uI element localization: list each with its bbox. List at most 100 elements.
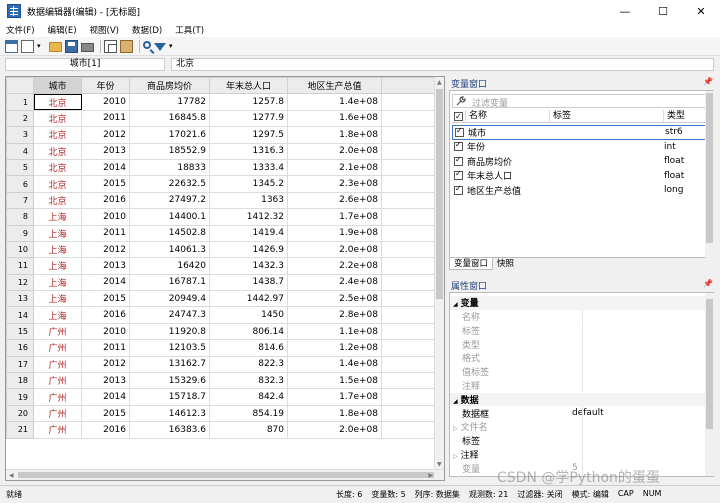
property-row[interactable]: 值标签 [450, 365, 712, 379]
row-number[interactable]: 5 [6, 158, 34, 177]
data-cell[interactable]: 14061.3 [129, 240, 210, 259]
data-cell[interactable]: 1333.4 [209, 158, 288, 177]
expand-icon[interactable]: ▷ [453, 425, 458, 432]
variables-scroll-thumb[interactable] [706, 93, 713, 243]
data-cell[interactable]: 2015 [81, 404, 130, 423]
data-cell[interactable]: 1363 [209, 191, 288, 210]
data-cell[interactable]: 20949.4 [129, 290, 210, 308]
empty-cell[interactable] [381, 175, 437, 193]
scroll-right-icon[interactable]: ▶ [428, 472, 433, 479]
pin-icon[interactable]: 📌 [703, 77, 713, 86]
data-cell[interactable]: 1442.97 [209, 290, 288, 308]
data-cell[interactable]: 2015 [81, 290, 130, 308]
variable-row[interactable]: 地区生产总值 long [452, 183, 714, 198]
data-cell[interactable]: 16787.1 [129, 273, 210, 292]
data-cell[interactable]: 14612.3 [129, 404, 210, 423]
data-cell[interactable]: 2.2e+08 [287, 257, 382, 275]
column-header-gdp[interactable]: 地区生产总值 [287, 77, 382, 95]
data-cell[interactable]: 2.1e+08 [287, 158, 382, 177]
empty-cell[interactable] [381, 273, 437, 292]
data-cell[interactable]: 806.14 [209, 322, 288, 341]
property-row[interactable]: 数据框 default [450, 406, 712, 420]
empty-cell[interactable] [381, 142, 437, 160]
data-cell[interactable]: 北京 [33, 93, 82, 111]
data-cell[interactable]: 北京 [33, 109, 82, 128]
row-number[interactable]: 20 [6, 404, 34, 423]
data-cell[interactable]: 广州 [33, 372, 82, 390]
maximize-button[interactable]: ☐ [644, 0, 682, 22]
properties-scroll-thumb[interactable] [706, 299, 713, 429]
data-cell[interactable]: 2.0e+08 [287, 421, 382, 439]
data-cell[interactable]: 2016 [81, 306, 130, 324]
data-cell[interactable]: 16420 [129, 257, 210, 275]
data-cell[interactable]: 13162.7 [129, 355, 210, 374]
column-header-house-price[interactable]: 商品房均价 [129, 77, 210, 95]
data-cell[interactable]: 1345.2 [209, 175, 288, 193]
data-cell[interactable]: 832.3 [209, 372, 288, 390]
grid-view-icon[interactable] [5, 39, 18, 53]
property-row[interactable]: 名称 [450, 309, 712, 324]
variable-row[interactable]: 商品房均价 float [452, 154, 714, 169]
data-cell[interactable]: 1438.7 [209, 273, 288, 292]
data-cell[interactable]: 上海 [33, 240, 82, 259]
row-number[interactable]: 16 [6, 339, 34, 357]
variable-checkbox[interactable] [454, 140, 463, 152]
empty-cell[interactable] [381, 158, 437, 177]
properties-scrollbar[interactable] [705, 293, 714, 476]
empty-cell[interactable] [381, 191, 437, 210]
data-cell[interactable]: 18552.9 [129, 142, 210, 160]
chevron-down-icon[interactable]: ▾ [169, 42, 177, 50]
data-cell[interactable]: 2.4e+08 [287, 273, 382, 292]
data-cell[interactable]: 1.6e+08 [287, 109, 382, 128]
copy-icon[interactable] [104, 39, 117, 53]
data-cell[interactable]: 上海 [33, 257, 82, 275]
menu-view[interactable]: 视图(V) [90, 24, 119, 36]
header-label[interactable]: 标签 [550, 110, 664, 122]
pin-icon[interactable]: 📌 [703, 279, 713, 288]
menu-file[interactable]: 文件(F) [6, 24, 35, 36]
grid-horizontal-scrollbar[interactable]: ◀ ▶ [6, 469, 444, 480]
row-number[interactable]: 11 [6, 257, 34, 275]
data-cell[interactable]: 广州 [33, 322, 82, 341]
variable-checkbox[interactable] [454, 184, 463, 195]
row-number[interactable]: 13 [6, 290, 34, 308]
data-cell[interactable]: 2010 [81, 322, 130, 341]
empty-cell[interactable] [381, 388, 437, 406]
data-cell[interactable]: 2013 [81, 372, 130, 390]
data-cell[interactable]: 16845.8 [129, 109, 210, 128]
data-cell[interactable]: 854.19 [209, 404, 288, 423]
empty-cell[interactable] [381, 306, 437, 324]
property-row[interactable]: 类型 [450, 337, 712, 351]
data-cell[interactable]: 北京 [33, 142, 82, 160]
scroll-left-icon[interactable]: ◀ [9, 472, 14, 479]
data-cell[interactable]: 16383.6 [129, 421, 210, 439]
data-cell[interactable]: 2013 [81, 142, 130, 160]
collapse-icon[interactable]: ◢ [453, 398, 458, 405]
row-number[interactable]: 7 [6, 191, 34, 210]
empty-cell[interactable] [381, 339, 437, 357]
empty-cell[interactable] [381, 109, 437, 128]
empty-cell[interactable] [381, 208, 437, 226]
grid-vertical-scroll-thumb[interactable] [436, 89, 443, 299]
data-cell[interactable]: 870 [209, 421, 288, 439]
empty-cell[interactable] [381, 372, 437, 390]
data-cell[interactable]: 北京 [33, 191, 82, 210]
data-cell[interactable]: 14400.1 [129, 208, 210, 226]
data-cell[interactable]: 1.4e+08 [287, 355, 382, 374]
empty-cell[interactable] [381, 93, 437, 111]
property-row[interactable]: 标签 [450, 434, 712, 448]
collapse-icon[interactable]: ◢ [453, 301, 458, 308]
data-cell[interactable]: 2013 [81, 257, 130, 275]
scroll-up-icon[interactable]: ▲ [437, 79, 442, 86]
row-number[interactable]: 17 [6, 355, 34, 374]
row-number[interactable]: 8 [6, 208, 34, 226]
empty-cell[interactable] [381, 224, 437, 242]
row-number[interactable]: 15 [6, 322, 34, 341]
data-cell[interactable]: 广州 [33, 388, 82, 406]
search-icon[interactable] [143, 41, 151, 49]
tab-variables[interactable]: 变量窗口 [449, 258, 494, 270]
variable-checkbox[interactable] [454, 155, 463, 166]
empty-cell[interactable] [381, 322, 437, 341]
menu-edit[interactable]: 编辑(E) [48, 24, 77, 36]
cell-value-input[interactable]: 北京 [171, 58, 714, 71]
